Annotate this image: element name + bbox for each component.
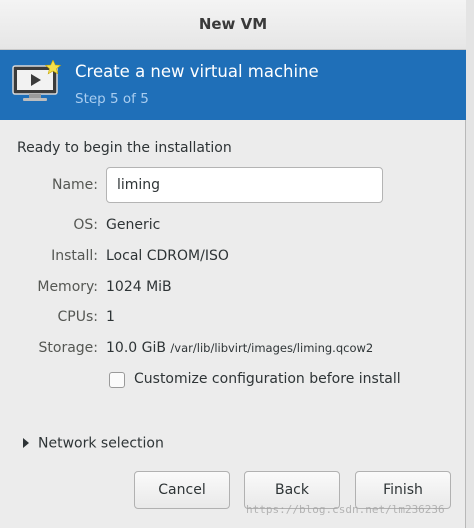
customize-checkbox-label[interactable]: Customize configuration before install: [134, 371, 401, 387]
summary-panel: Ready to begin the installation Name: OS…: [0, 120, 466, 528]
storage-label: Storage:: [38, 340, 99, 356]
os-label: OS:: [73, 217, 98, 233]
new-vm-monitor-icon: [12, 60, 62, 101]
new-vm-dialog: New VM Create a new virtual machine Step…: [0, 0, 466, 528]
wizard-banner: Create a new virtual machine Step 5 of 5: [0, 50, 466, 120]
storage-size: 10.0 GiB: [106, 340, 166, 356]
watermark: https://blog.csdn.net/lm236236: [246, 503, 445, 516]
background-window-edge: [466, 0, 474, 528]
storage-path: /var/lib/libvirt/images/liming.qcow2: [170, 341, 374, 355]
os-value: Generic: [106, 217, 161, 233]
window-title: New VM: [198, 15, 268, 33]
expander-arrow-icon: [23, 437, 29, 448]
summary-heading: Ready to begin the installation: [17, 140, 232, 156]
memory-value: 1024 MiB: [106, 279, 172, 295]
name-label: Name:: [51, 177, 98, 193]
memory-label: Memory:: [37, 279, 98, 295]
install-value: Local CDROM/ISO: [106, 248, 229, 264]
customize-checkbox[interactable]: [109, 372, 125, 388]
titlebar[interactable]: New VM: [0, 0, 466, 50]
install-label: Install:: [51, 248, 98, 264]
banner-title: Create a new virtual machine: [75, 62, 319, 81]
cancel-button[interactable]: Cancel: [134, 471, 230, 509]
vm-name-input[interactable]: [106, 167, 383, 203]
step-indicator: Step 5 of 5: [75, 91, 149, 107]
network-selection-label: Network selection: [38, 435, 164, 452]
cpus-value: 1: [106, 309, 115, 325]
cpus-label: CPUs:: [57, 309, 98, 325]
storage-value: 10.0 GiB /var/lib/libvirt/images/liming.…: [106, 340, 373, 356]
network-selection-expander[interactable]: Network selection: [23, 433, 164, 453]
